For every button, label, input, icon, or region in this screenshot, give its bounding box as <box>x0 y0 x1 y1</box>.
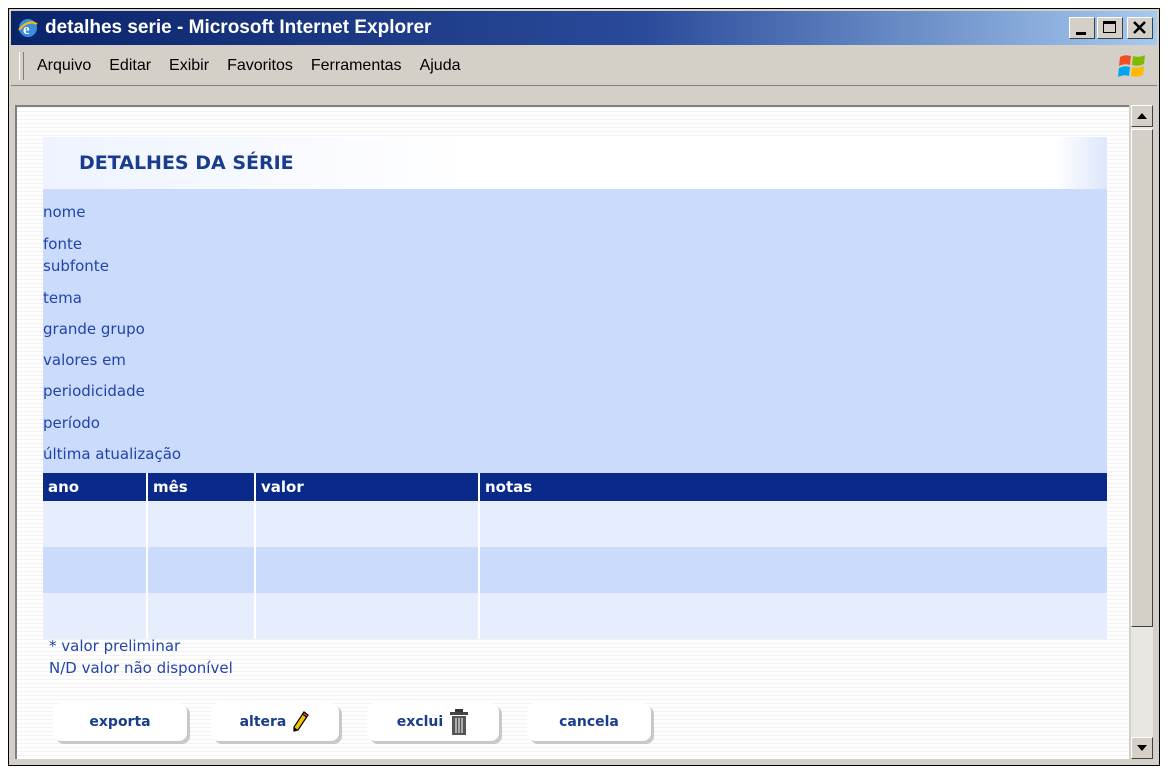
column-header-valor: valor <box>255 473 480 501</box>
scroll-down-icon <box>1137 745 1147 751</box>
cancel-button[interactable]: cancela <box>527 703 651 741</box>
cancel-button-label: cancela <box>559 714 619 730</box>
menu-ferramentas[interactable]: Ferramentas <box>306 57 415 75</box>
edit-button[interactable]: altera <box>211 703 339 741</box>
trash-icon <box>450 709 469 735</box>
panel-header: DETALHES DA SÉRIE <box>43 137 1107 189</box>
delete-button[interactable]: exclui <box>367 703 499 741</box>
title-bar: e detalhes serie - Microsoft Internet Ex… <box>11 11 1157 45</box>
menu-ajuda[interactable]: Ajuda <box>415 57 474 75</box>
series-values-table: ano mês valor notas <box>43 473 1107 639</box>
field-nome: nome <box>43 203 86 221</box>
menu-arquivo[interactable]: Arquivo <box>32 57 104 75</box>
table-header-row: ano mês valor notas <box>43 473 1107 501</box>
field-ultima-atualizacao: última atualização <box>43 445 182 463</box>
field-periodicidade: periodicidade <box>43 382 145 400</box>
note-unavailable: N/D valor não disponível <box>49 659 233 677</box>
close-button[interactable] <box>1127 17 1153 39</box>
page-content: DETALHES DA SÉRIE nome fonte subfonte te… <box>15 105 1129 759</box>
series-details-panel: DETALHES DA SÉRIE nome fonte subfonte te… <box>43 137 1107 473</box>
edit-button-label: altera <box>239 714 287 730</box>
menu-grip <box>19 52 24 80</box>
table-row <box>43 593 1107 639</box>
column-header-mes: mês <box>147 473 256 501</box>
minimize-button[interactable] <box>1069 17 1095 39</box>
delete-button-label: exclui <box>396 714 444 730</box>
scroll-down-button[interactable] <box>1131 737 1153 759</box>
close-icon <box>1133 21 1146 34</box>
column-header-notas: notas <box>479 473 1107 501</box>
export-button-label: exporta <box>89 714 151 730</box>
table-row <box>43 501 1107 547</box>
field-subfonte: subfonte <box>43 257 109 275</box>
window-title: detalhes serie - Microsoft Internet Expl… <box>45 17 432 38</box>
maximize-button[interactable] <box>1097 17 1123 39</box>
menu-favoritos[interactable]: Favoritos <box>222 57 306 75</box>
export-button[interactable]: exporta <box>53 703 187 741</box>
note-preliminary: * valor preliminar <box>49 637 181 655</box>
minimize-icon <box>1076 32 1086 35</box>
field-grande-grupo: grande grupo <box>43 320 145 338</box>
ie-icon: e <box>18 19 38 38</box>
menu-editar[interactable]: Editar <box>104 57 164 75</box>
menu-exibir[interactable]: Exibir <box>164 57 222 75</box>
ie-window: e detalhes serie - Microsoft Internet Ex… <box>8 8 1160 766</box>
pencil-icon <box>293 711 310 732</box>
column-header-ano: ano <box>43 473 148 501</box>
scroll-thumb[interactable] <box>1131 129 1153 627</box>
table-row <box>43 547 1107 593</box>
menu-bar: Arquivo Editar Exibir Favoritos Ferramen… <box>11 47 1157 86</box>
field-valores-em: valores em <box>43 351 126 369</box>
field-tema: tema <box>43 289 82 307</box>
vertical-scrollbar[interactable] <box>1131 105 1153 759</box>
field-periodo: período <box>43 414 100 432</box>
windows-logo-icon <box>1118 55 1145 77</box>
maximize-icon <box>1103 21 1116 33</box>
page-title: DETALHES DA SÉRIE <box>79 152 294 174</box>
field-fonte: fonte <box>43 235 83 253</box>
scroll-up-button[interactable] <box>1131 105 1153 127</box>
scroll-up-icon <box>1137 113 1147 119</box>
